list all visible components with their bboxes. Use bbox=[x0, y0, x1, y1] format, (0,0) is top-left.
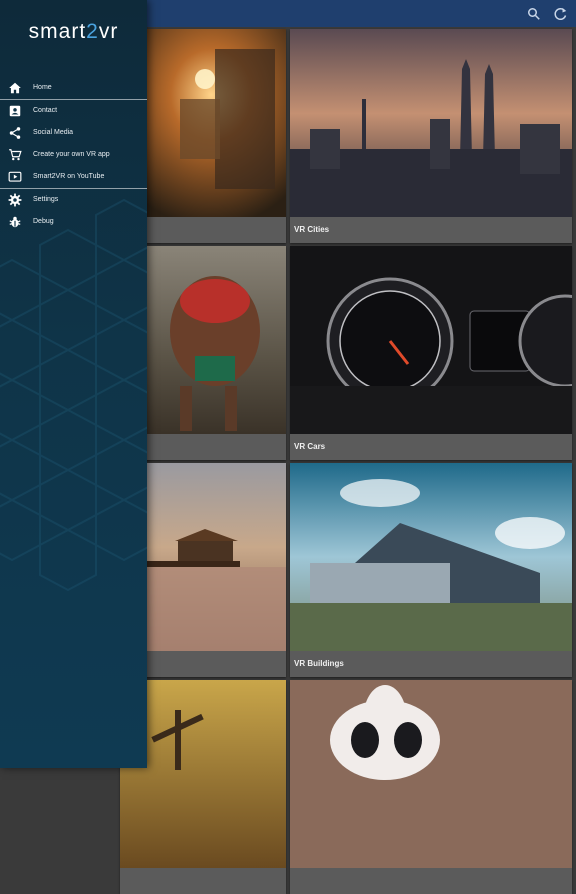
menu-item-label: Contact bbox=[33, 107, 58, 114]
category-image bbox=[290, 680, 572, 868]
gear-icon bbox=[8, 193, 22, 207]
category-label: VR Cars bbox=[290, 434, 572, 460]
category-label bbox=[290, 868, 572, 894]
search-icon[interactable] bbox=[525, 5, 543, 23]
cart-icon bbox=[9, 149, 22, 161]
menu-item-label: Settings bbox=[33, 196, 59, 203]
category-card-animation[interactable] bbox=[290, 680, 572, 894]
category-card-vr-buildings[interactable]: VR Buildings bbox=[290, 463, 572, 677]
category-label: VR Buildings bbox=[290, 651, 572, 677]
menu-item-debug[interactable]: Debug bbox=[0, 211, 147, 233]
menu-item-label: Home bbox=[33, 84, 52, 91]
youtube-icon bbox=[8, 171, 22, 182]
home-icon bbox=[9, 82, 21, 94]
menu-item-youtube[interactable]: Smart2VR on YouTube bbox=[0, 166, 147, 188]
drawer-menu: Home Contact Social Media Create your ow… bbox=[0, 77, 147, 233]
menu-item-contact[interactable]: Contact bbox=[0, 100, 147, 122]
menu-item-social-media[interactable]: Social Media bbox=[0, 122, 147, 144]
refresh-icon[interactable] bbox=[552, 5, 570, 23]
category-image bbox=[290, 29, 572, 217]
category-card-vr-cities[interactable]: VR Cities bbox=[290, 29, 572, 243]
navigation-drawer: smart2vr Home Contact Social Media Creat… bbox=[0, 0, 147, 768]
menu-item-label: Create your own VR app bbox=[33, 151, 110, 158]
menu-item-home[interactable]: Home bbox=[0, 77, 147, 99]
menu-item-label: Social Media bbox=[33, 129, 74, 136]
category-image bbox=[290, 246, 572, 434]
category-image bbox=[290, 463, 572, 651]
menu-item-create-vr-app[interactable]: Create your own VR app bbox=[0, 144, 147, 166]
share-icon bbox=[9, 127, 21, 139]
contact-icon bbox=[9, 105, 21, 117]
category-label: VR Cities bbox=[290, 217, 572, 243]
bug-icon bbox=[9, 216, 21, 228]
category-card-vr-cars[interactable]: VR Cars bbox=[290, 246, 572, 460]
category-label bbox=[120, 868, 286, 894]
menu-item-label: Smart2VR on YouTube bbox=[33, 173, 105, 180]
menu-item-label: Debug bbox=[33, 218, 54, 225]
menu-item-settings[interactable]: Settings bbox=[0, 189, 147, 211]
app-logo: smart2vr bbox=[28, 20, 119, 43]
